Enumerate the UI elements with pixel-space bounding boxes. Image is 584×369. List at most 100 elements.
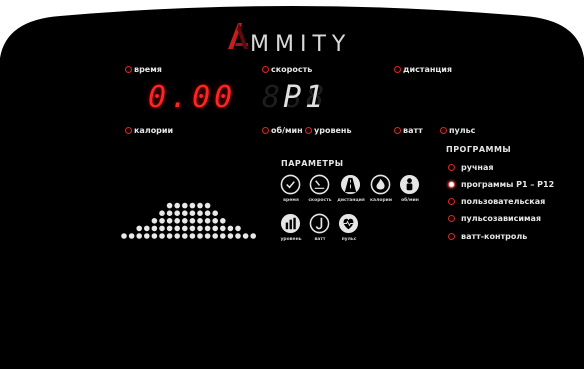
indicator-calories-label: калории bbox=[134, 126, 174, 135]
indicator-speed-label: скорость bbox=[271, 65, 313, 74]
profile-dot bbox=[174, 210, 180, 216]
indicator-watt-label: ватт bbox=[403, 126, 423, 135]
profile-dot bbox=[159, 210, 165, 216]
program-user-label: пользовательская bbox=[461, 197, 546, 206]
profile-dot bbox=[159, 225, 165, 232]
indicator-led-icon bbox=[125, 127, 132, 134]
profile-dot bbox=[151, 225, 158, 232]
programs-title: ПРОГРАММЫ bbox=[446, 145, 512, 154]
param-calories bbox=[370, 174, 391, 199]
indicator-distance: дистанция bbox=[394, 65, 452, 74]
amity-logo-icon bbox=[228, 23, 248, 49]
program-led-active-icon bbox=[448, 181, 455, 188]
param-distance bbox=[340, 174, 361, 199]
profile-dot bbox=[189, 210, 196, 216]
profile-dot bbox=[212, 233, 218, 239]
indicator-led-icon bbox=[440, 127, 447, 134]
profile-dot bbox=[197, 210, 203, 216]
profile-dot bbox=[121, 233, 127, 239]
program-manual[interactable]: ручная bbox=[448, 163, 494, 172]
indicator-time-label: время bbox=[134, 65, 162, 74]
indicator-rpm-label: об/мин bbox=[271, 126, 303, 135]
profile-dot bbox=[166, 225, 173, 232]
profile-dot bbox=[220, 225, 226, 232]
profile-dot bbox=[182, 218, 188, 224]
param-time bbox=[280, 174, 301, 199]
profile-dot bbox=[151, 218, 158, 224]
profile-dot bbox=[204, 233, 211, 239]
indicator-led-icon bbox=[262, 66, 269, 73]
param-rpm bbox=[399, 174, 420, 199]
profile-dot bbox=[189, 202, 196, 209]
program-heart-rate-label: пульсозависимая bbox=[461, 214, 542, 223]
profile-dot bbox=[204, 218, 211, 224]
profile-dot bbox=[144, 233, 150, 239]
profile-dot bbox=[136, 233, 142, 239]
profile-dot bbox=[227, 225, 234, 232]
profile-dot bbox=[204, 225, 211, 232]
profile-dot bbox=[204, 202, 211, 209]
profile-dot bbox=[250, 233, 256, 239]
profile-dot bbox=[212, 210, 218, 216]
parameters-title: ПАРАМЕТРЫ bbox=[281, 159, 344, 168]
profile-dot-matrix bbox=[121, 202, 256, 239]
profile-dot bbox=[220, 233, 226, 239]
profile-dot bbox=[197, 233, 203, 239]
param-watt bbox=[309, 213, 330, 238]
right-segment-display: P1 bbox=[283, 80, 328, 115]
profile-dot bbox=[166, 210, 173, 216]
profile-dot bbox=[227, 233, 234, 239]
profile-dot bbox=[220, 218, 226, 224]
profile-dot bbox=[159, 233, 165, 239]
profile-dot bbox=[151, 233, 158, 239]
profile-dot bbox=[197, 225, 203, 232]
program-led-icon bbox=[448, 215, 455, 222]
indicator-pulse-label: пульс bbox=[449, 126, 476, 135]
program-user[interactable]: пользовательская bbox=[448, 197, 545, 206]
watt-icon bbox=[309, 213, 330, 234]
profile-dot bbox=[174, 218, 180, 224]
profile-dot bbox=[144, 225, 150, 232]
level-bars-icon bbox=[280, 213, 301, 234]
indicator-calories: калории bbox=[125, 126, 173, 135]
profile-dot bbox=[204, 210, 211, 216]
program-manual-label: ручная bbox=[461, 163, 494, 172]
profile-dot bbox=[212, 218, 218, 224]
person-icon bbox=[399, 174, 420, 195]
program-heart-rate[interactable]: пульсозависимая bbox=[448, 214, 541, 223]
road-icon bbox=[340, 174, 361, 195]
indicator-distance-label: дистанция bbox=[403, 65, 453, 74]
indicator-led-icon bbox=[305, 127, 312, 134]
profile-dot bbox=[197, 202, 203, 209]
param-level bbox=[280, 213, 301, 238]
program-presets-label: программы P1 – P12 bbox=[461, 180, 555, 189]
program-presets[interactable]: программы P1 – P12 bbox=[448, 180, 554, 189]
indicator-time: время bbox=[125, 65, 162, 74]
indicator-led-icon bbox=[394, 66, 401, 73]
program-led-icon bbox=[448, 233, 455, 240]
param-pulse-label: пульс bbox=[341, 237, 357, 242]
profile-dot bbox=[174, 225, 180, 232]
console-panel: MMITY время скорость дистанция 0.00 888 … bbox=[0, 0, 584, 369]
profile-dot bbox=[128, 233, 135, 239]
profile-dot bbox=[166, 233, 173, 239]
profile-dot bbox=[197, 218, 203, 224]
indicator-level: уровень bbox=[305, 126, 352, 135]
profile-dot bbox=[174, 233, 180, 239]
program-watt-control[interactable]: ватт-контроль bbox=[448, 232, 527, 241]
param-speed bbox=[309, 174, 330, 199]
indicator-led-icon bbox=[262, 127, 269, 134]
param-speed-label: скорость bbox=[308, 198, 332, 203]
left-segment-display: 0.00 bbox=[148, 80, 237, 115]
indicator-speed: скорость bbox=[262, 65, 312, 74]
profile-dot bbox=[182, 202, 188, 209]
profile-dot bbox=[212, 225, 218, 232]
indicator-watt: ватт bbox=[394, 126, 423, 135]
indicator-level-label: уровень bbox=[314, 126, 352, 135]
indicator-rpm: об/мин bbox=[262, 126, 303, 135]
profile-dot bbox=[235, 233, 241, 239]
profile-dot bbox=[174, 202, 180, 209]
param-distance-label: дистанция bbox=[337, 198, 365, 203]
speedometer-icon bbox=[309, 174, 330, 195]
profile-dot bbox=[189, 233, 196, 239]
